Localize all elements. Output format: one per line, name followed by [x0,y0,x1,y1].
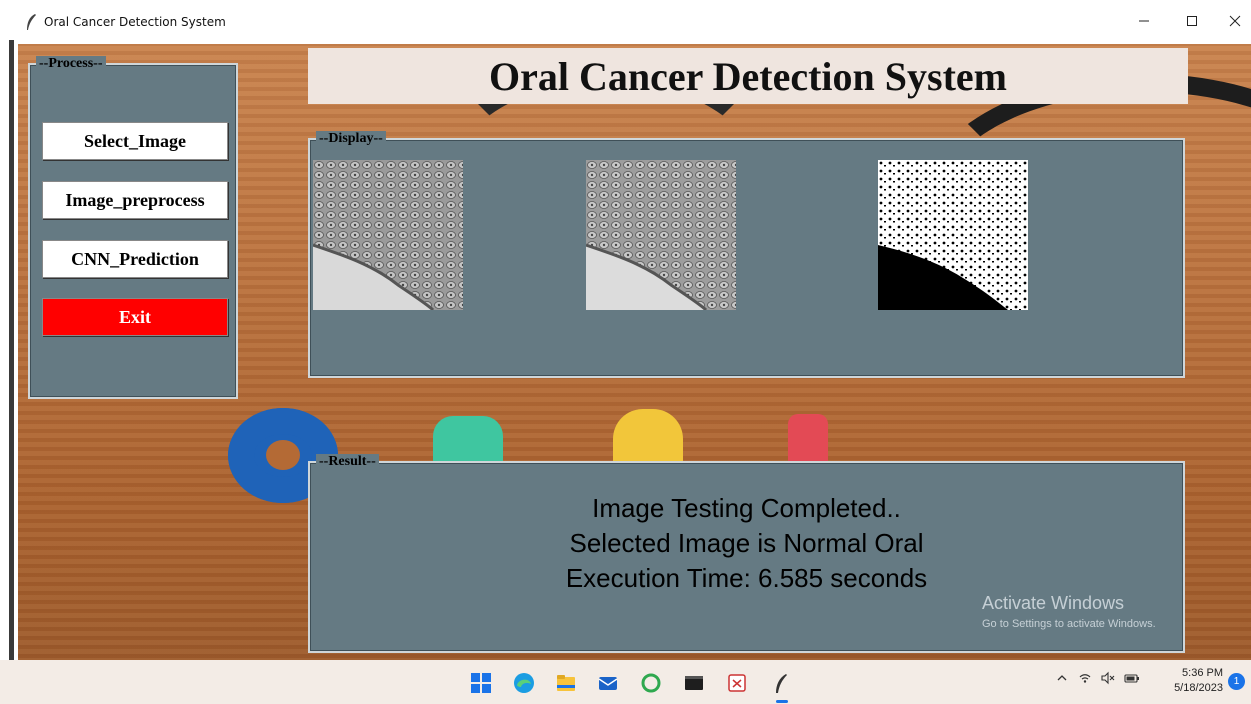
notification-badge[interactable]: 1 [1228,673,1245,690]
chevron-up-icon[interactable] [1056,671,1068,685]
minimize-icon [1139,20,1149,22]
activate-windows-subtitle: Go to Settings to activate Windows. [982,618,1156,630]
process-label: --Process-- [36,56,106,72]
letter-o-hole-decoration [266,440,300,470]
result-status-text: Image Testing Completed.. [592,493,901,523]
mail-icon[interactable] [597,672,619,694]
taskbar-active-indicator [776,700,788,703]
display-panel: --Display-- [308,131,1185,378]
snipping-tool-icon[interactable] [726,672,748,694]
python-feather-icon [27,14,36,30]
original-image [313,160,463,310]
minimize-button[interactable] [1124,6,1164,36]
result-label: --Result-- [316,454,379,470]
result-execution-time-text: Execution Time: 6.585 seconds [565,563,928,593]
exit-button[interactable]: Exit [42,298,228,336]
image-preprocess-button[interactable]: Image_preprocess [42,181,228,219]
edge-browser-icon[interactable] [513,672,535,694]
windows-start-icon[interactable] [470,672,492,694]
file-explorer-icon[interactable] [555,672,577,694]
app-canvas: Oral Cancer Detection System --Process--… [18,44,1251,660]
select-image-button[interactable]: Select_Image [42,122,228,160]
result-diagnosis-text: Selected Image is Normal Oral [569,528,924,558]
system-clock[interactable]: 5:36 PM 5/18/2023 [1174,666,1223,696]
maximize-button[interactable] [1172,6,1212,36]
title-bar: Oral Cancer Detection System [0,0,1251,44]
close-icon [1229,15,1241,27]
battery-icon[interactable] [1124,671,1140,685]
letter-r-decoration [433,416,503,466]
preprocessed-image [586,160,736,310]
binary-image [878,160,1028,310]
maximize-icon [1187,16,1197,26]
close-button[interactable] [1215,6,1251,36]
cnn-prediction-button[interactable]: CNN_Prediction [42,240,228,278]
letter-l-decoration [788,414,828,464]
wifi-icon[interactable] [1078,671,1092,685]
clock-time: 5:36 PM [1182,667,1223,679]
background-window-edge [0,0,18,660]
speaker-muted-icon[interactable] [1100,671,1116,685]
window-title: Oral Cancer Detection System [44,15,226,29]
letter-a-decoration [613,409,683,464]
taskbar: 5:36 PM 5/18/2023 1 [0,660,1251,704]
display-label: --Display-- [316,131,386,147]
python-feather-icon[interactable] [770,672,792,694]
activate-windows-title: Activate Windows [982,593,1125,613]
process-panel: --Process-- Select_Image Image_preproces… [28,56,238,399]
clock-date: 5/18/2023 [1174,682,1223,694]
page-title: Oral Cancer Detection System [308,48,1188,104]
terminal-icon[interactable] [683,672,705,694]
circle-app-icon[interactable] [640,672,662,694]
